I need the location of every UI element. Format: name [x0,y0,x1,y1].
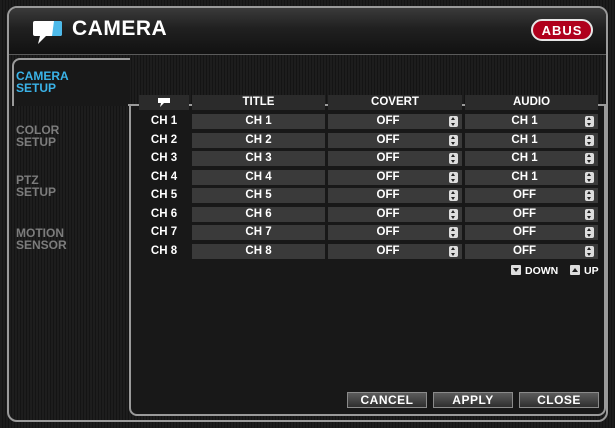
audio-spinner-icon[interactable] [585,209,594,220]
cancel-button[interactable]: CANCEL [347,392,427,408]
covert-select[interactable]: OFF [328,133,462,148]
covert-select[interactable]: OFF [328,188,462,203]
channel-label: CH 6 [150,208,178,220]
title-column-header: TITLE [192,95,325,110]
audio-spinner-icon[interactable] [585,135,594,146]
tab-color-setup[interactable]: COLOR SETUP [16,124,116,148]
channel-label: CH 4 [150,171,178,183]
tab-label-line2: SETUP [16,81,57,95]
brand-logo-text: ABUS [541,22,583,38]
audio-column-header: AUDIO [465,95,598,110]
up-arrow-icon [570,265,580,275]
tab-motion-sensor[interactable]: MOTION SENSOR [16,227,116,251]
up-legend-label: UP [584,265,599,277]
channel-label: CH 5 [150,189,178,201]
tab-label-line2: SETUP [16,135,57,149]
audio-select[interactable]: OFF [465,188,598,203]
covert-column-header: COVERT [328,95,462,110]
brand-logo: ABUS [531,19,593,41]
covert-select[interactable]: OFF [328,151,462,166]
speech-bubble-icon [158,98,170,107]
covert-select[interactable]: OFF [328,114,462,129]
apply-button[interactable]: APPLY [433,392,513,408]
title-field[interactable]: CH 2 [192,133,325,148]
close-button[interactable]: CLOSE [519,392,599,408]
covert-spinner-icon[interactable] [449,172,458,183]
audio-select[interactable]: CH 1 [465,170,598,185]
covert-spinner-icon[interactable] [449,135,458,146]
channel-label: CH 1 [150,115,178,127]
channel-label: CH 3 [150,152,178,164]
covert-select[interactable]: OFF [328,244,462,259]
covert-select[interactable]: OFF [328,170,462,185]
covert-spinner-icon[interactable] [449,246,458,257]
audio-select[interactable]: OFF [465,244,598,259]
channel-column-header [139,95,189,110]
channel-label: CH 2 [150,134,178,146]
tab-label-line2: SETUP [16,185,57,199]
title-field[interactable]: CH 8 [192,244,325,259]
audio-spinner-icon[interactable] [585,172,594,183]
audio-select[interactable]: CH 1 [465,151,598,166]
covert-spinner-icon[interactable] [449,209,458,220]
audio-spinner-icon[interactable] [585,153,594,164]
title-field[interactable]: CH 4 [192,170,325,185]
audio-select[interactable]: CH 1 [465,114,598,129]
title-field[interactable]: CH 3 [192,151,325,166]
audio-spinner-icon[interactable] [585,116,594,127]
covert-spinner-icon[interactable] [449,227,458,238]
covert-select[interactable]: OFF [328,207,462,222]
title-field[interactable]: CH 5 [192,188,325,203]
audio-spinner-icon[interactable] [585,190,594,201]
speech-bubble-icon [33,21,62,44]
covert-select[interactable]: OFF [328,225,462,240]
tab-label-line2: SENSOR [16,238,67,252]
channel-label: CH 8 [150,245,178,257]
down-legend-label: DOWN [525,265,559,277]
down-arrow-icon [511,265,521,275]
audio-spinner-icon[interactable] [585,227,594,238]
covert-spinner-icon[interactable] [449,116,458,127]
title-field[interactable]: CH 1 [192,114,325,129]
channel-label: CH 7 [150,226,178,238]
audio-select[interactable]: CH 1 [465,133,598,148]
tab-ptz-setup[interactable]: PTZ SETUP [16,174,116,198]
title-field[interactable]: CH 7 [192,225,325,240]
audio-spinner-icon[interactable] [585,246,594,257]
audio-select[interactable]: OFF [465,207,598,222]
window-title: CAMERA [72,17,168,40]
title-bar: CAMERA ABUS [9,8,606,55]
covert-spinner-icon[interactable] [449,190,458,201]
title-field[interactable]: CH 6 [192,207,325,222]
audio-select[interactable]: OFF [465,225,598,240]
covert-spinner-icon[interactable] [449,153,458,164]
tab-camera-setup[interactable]: CAMERA SETUP [16,70,116,94]
